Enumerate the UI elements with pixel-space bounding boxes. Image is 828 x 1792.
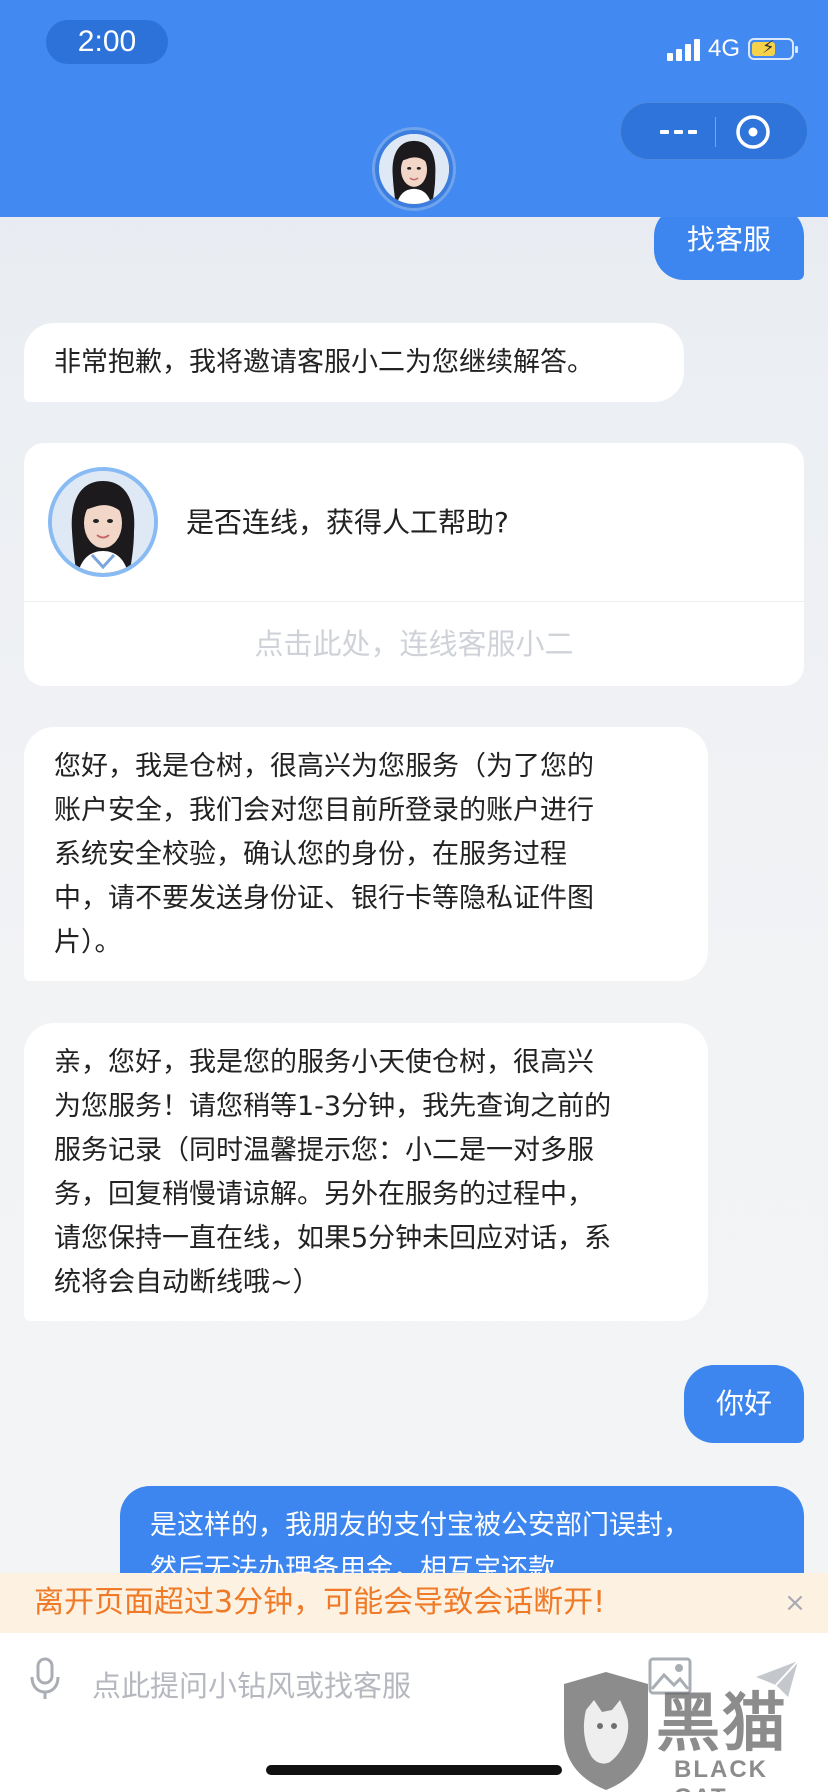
bot-message-line: 中，请不要发送身份证、银行卡等隐私证件图: [54, 883, 594, 914]
bot-message-line: 片）。: [54, 927, 122, 958]
bot-message-line: 为您服务！请您稍等1-3分钟，我先查询之前的: [54, 1091, 612, 1122]
agent-avatar: [48, 467, 158, 577]
card-divider: [24, 601, 804, 602]
image-upload-icon[interactable]: [648, 1657, 692, 1695]
card-question-text: 是否连线，获得人工帮助?: [186, 506, 509, 539]
bot-message-line: 账户安全，我们会对您目前所登录的账户进行: [54, 795, 594, 826]
microphone-icon[interactable]: [28, 1657, 62, 1701]
user-message-line: 是这样的，我朋友的支付宝被公安部门误封，: [150, 1510, 690, 1541]
bot-message-apology: 非常抱歉，我将邀请客服小二为您继续解答。: [24, 323, 684, 402]
user-message-hello: 你好: [684, 1365, 804, 1443]
bot-message-greeting: 您好，我是仓树，很高兴为您服务（为了您的 账户安全，我们会对您目前所登录的账户进…: [24, 727, 708, 981]
bot-message-text: 非常抱歉，我将邀请客服小二为您继续解答。: [54, 347, 594, 378]
mini-app-capsule: [620, 102, 808, 160]
bot-message-line: 务，回复稍慢请谅解。另外在服务的过程中，: [54, 1179, 594, 1210]
user-message-find-service: 找客服: [654, 206, 804, 280]
send-icon[interactable]: [754, 1659, 800, 1699]
chat-input-bar: 点此提问小钻风或找客服: [0, 1633, 828, 1792]
signal-icon: [666, 37, 700, 61]
bot-message-line: 统将会自动断线哦~）: [54, 1267, 320, 1298]
bot-message-wait-notice: 亲，您好，我是您的服务小天使仓树，很高兴 为您服务！请您稍等1-3分钟，我先查询…: [24, 1023, 708, 1321]
connect-agent-card: 是否连线，获得人工帮助? 点击此处，连线客服小二: [24, 443, 804, 686]
status-time: 2:00: [46, 20, 168, 64]
agent-portrait-icon: [52, 471, 154, 573]
status-indicators: 4G ⚡: [666, 32, 798, 66]
bot-message-line: 亲，您好，我是您的服务小天使仓树，很高兴: [54, 1047, 594, 1078]
bot-message-line: 请您保持一直在线，如果5分钟未回应对话，系: [54, 1223, 612, 1254]
capsule-divider: [715, 117, 716, 147]
chat-input-field[interactable]: 点此提问小钻风或找客服: [92, 1663, 411, 1705]
bot-message-line: 您好，我是仓树，很高兴为您服务（为了您的: [54, 751, 594, 782]
warning-close-icon[interactable]: ×: [778, 1573, 812, 1633]
more-dots-icon[interactable]: [643, 103, 713, 161]
user-message-text: 你好: [715, 1387, 772, 1420]
assistant-avatar[interactable]: [372, 127, 456, 211]
battery-icon: ⚡: [748, 37, 798, 60]
bot-message-line: 服务记录（同时温馨提示您：小二是一对多服: [54, 1135, 594, 1166]
app-header: 2:00 4G ⚡: [0, 0, 828, 217]
connect-agent-link[interactable]: 点击此处，连线客服小二: [24, 621, 804, 663]
network-type: 4G: [707, 35, 740, 62]
charging-bolt-icon: ⚡: [762, 37, 775, 58]
session-timeout-warning: 离开页面超过3分钟，可能会导致会话断开! ×: [0, 1573, 828, 1633]
assistant-portrait-icon: [379, 134, 449, 204]
user-message-text: 找客服: [686, 223, 771, 256]
bot-message-line: 系统安全校验，确认您的身份，在服务过程: [54, 839, 567, 870]
warning-text: 离开页面超过3分钟，可能会导致会话断开!: [34, 1585, 606, 1620]
close-circle-icon[interactable]: [733, 112, 773, 152]
home-indicator: [266, 1765, 562, 1775]
